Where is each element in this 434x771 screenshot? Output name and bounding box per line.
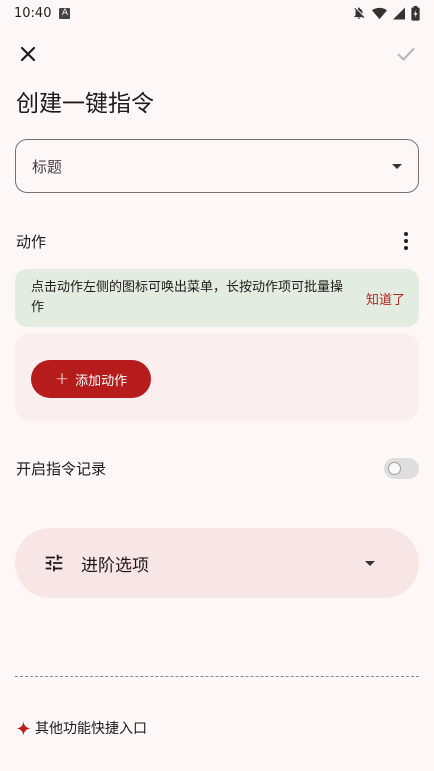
title-dropdown[interactable]: 标题: [15, 139, 419, 193]
record-setting-label: 开启指令记录: [16, 459, 107, 478]
plus-icon: +: [54, 368, 70, 389]
more-options-button[interactable]: [394, 229, 418, 253]
wifi-icon: [372, 7, 387, 19]
title-dropdown-label: 标题: [32, 157, 63, 176]
sparkle-icon: [16, 720, 31, 736]
tune-icon: [45, 554, 63, 572]
actions-list-panel: + 添加动作: [15, 333, 419, 421]
status-time: 10:40: [14, 5, 52, 21]
dashed-divider: [15, 676, 419, 677]
advanced-options-label: 进阶选项: [81, 555, 149, 576]
shortcut-entry[interactable]: 其他功能快捷入口: [15, 718, 147, 738]
notification-app-icon: A: [59, 7, 71, 19]
more-vert-icon-dot: [404, 246, 408, 250]
advanced-options-expander[interactable]: 进阶选项: [15, 528, 419, 598]
battery-charging-icon: [411, 5, 420, 21]
add-action-label: 添加动作: [75, 373, 128, 389]
record-setting-row: 开启指令记录: [16, 456, 419, 480]
more-vert-icon-dot: [404, 232, 408, 236]
close-icon: [20, 46, 36, 62]
record-toggle[interactable]: [384, 457, 419, 479]
toggle-knob: [388, 461, 401, 475]
dropdown-arrow-icon: [392, 163, 402, 169]
confirm-button[interactable]: [394, 42, 418, 66]
more-vert-icon-dot: [404, 239, 408, 243]
expand-arrow-icon: [365, 560, 375, 566]
tip-dismiss-button[interactable]: 知道了: [366, 289, 405, 308]
status-bar: 10:40 A: [0, 0, 434, 26]
notifications-off-icon: [354, 7, 365, 19]
page-title: 创建一键指令: [16, 91, 154, 117]
actions-section-label: 动作: [16, 232, 47, 251]
tip-text: 点击动作左侧的图标可唤出菜单，长按动作项可批量操作: [31, 280, 344, 315]
shortcut-label: 其他功能快捷入口: [35, 721, 147, 737]
status-icons: [352, 5, 420, 21]
close-button[interactable]: [16, 42, 40, 66]
tip-card: 点击动作左侧的图标可唤出菜单，长按动作项可批量操作 知道了: [15, 269, 419, 327]
actions-section-header: 动作: [16, 230, 418, 252]
check-icon: [397, 48, 415, 61]
add-action-button[interactable]: + 添加动作: [31, 360, 151, 398]
cellular-signal-icon: [393, 7, 405, 19]
